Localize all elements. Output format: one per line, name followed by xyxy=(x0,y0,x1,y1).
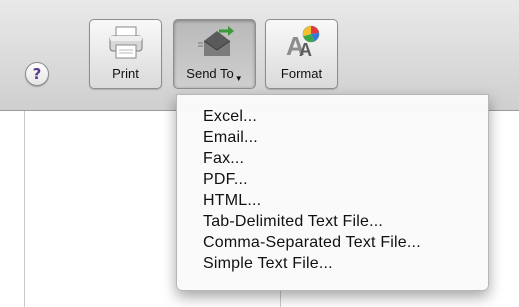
help-icon: ? xyxy=(32,65,42,83)
format-text-color-icon: A A xyxy=(286,25,319,61)
menu-item-excel[interactable]: Excel... xyxy=(177,106,488,127)
menu-item-html[interactable]: HTML... xyxy=(177,190,488,211)
menu-item-tab-delimited[interactable]: Tab-Delimited Text File... xyxy=(177,211,488,232)
send-to-button[interactable]: Send To▼ xyxy=(173,19,256,89)
dropdown-arrow-icon: ▼ xyxy=(234,74,243,83)
menu-item-comma-separated[interactable]: Comma-Separated Text File... xyxy=(177,232,488,253)
help-button[interactable]: ? xyxy=(25,62,49,86)
menu-item-fax[interactable]: Fax... xyxy=(177,148,488,169)
print-label: Print xyxy=(112,66,139,81)
menu-item-pdf[interactable]: PDF... xyxy=(177,169,488,190)
printer-icon xyxy=(109,26,142,59)
envelope-send-icon xyxy=(197,26,234,56)
content-divider-left xyxy=(24,111,25,307)
menu-item-email[interactable]: Email... xyxy=(177,127,488,148)
format-label: Format xyxy=(280,66,323,81)
send-to-label: Send To▼ xyxy=(186,66,243,83)
app-window: ? Print Send To▼ A A Format Excel... Ema… xyxy=(0,0,519,307)
send-to-menu: Excel... Email... Fax... PDF... HTML... … xyxy=(176,94,489,291)
menu-item-simple-text[interactable]: Simple Text File... xyxy=(177,253,488,274)
send-to-menu-list: Excel... Email... Fax... PDF... HTML... … xyxy=(177,95,488,274)
format-button[interactable]: A A Format xyxy=(265,19,338,89)
print-button[interactable]: Print xyxy=(89,19,162,89)
svg-text:A: A xyxy=(299,40,312,60)
